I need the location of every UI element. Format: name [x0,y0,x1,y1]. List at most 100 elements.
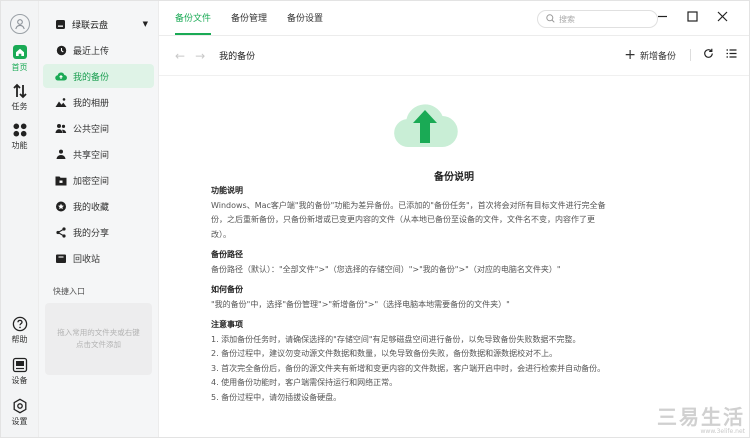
public-space-icon [55,122,67,134]
breadcrumb-title: 我的备份 [219,52,256,62]
window-controls [647,11,737,22]
section-text: Windows、Mac客户端"我的备份"功能为差异备份。已添加的"备份任务"，首… [211,200,606,239]
tab-backup-management[interactable]: 备份管理 [231,0,267,35]
rail-settings[interactable]: 设置 [12,398,28,427]
close-icon [717,11,727,22]
sidebar-item-photos[interactable]: 我的相册 [43,90,154,114]
rail-home[interactable]: 首页 [12,44,28,73]
toolbar-divider [690,49,691,61]
sidebar-item-label: 回收站 [73,254,101,265]
add-backup-label: 新增备份 [639,51,676,62]
rail-bottom: 帮助 设备 设置 [12,304,28,427]
quick-access-title: 快捷入口 [53,287,85,296]
device-icon [12,357,27,373]
watermark-text: 三易生活 [657,405,745,429]
section-text: 3. 首次完全备份后，备份的源文件夹有新增和变更内容的文件数据，客户端开启中时，… [211,363,606,373]
main-panel: 备份文件 备份管理 备份设置 搜索 ← → 我的备份 + 新增备份 备份说明 功… [159,1,749,437]
sidebar-item-favorites[interactable]: 我的收藏 [43,194,154,218]
rail-device[interactable]: 设备 [12,357,28,386]
sidebar-item-label: 我的收藏 [73,202,110,213]
plus-icon: + [624,47,636,63]
watermark-url: www.3elife.net [700,428,745,435]
backup-content: 备份说明 功能说明 Windows、Mac客户端"我的备份"功能为差异备份。已添… [159,76,749,437]
nav-rail: 首页 任务 功能 帮助 设备 设置 [1,1,39,437]
sidebar-item-label: 加密空间 [73,176,110,187]
search-placeholder: 搜索 [559,14,575,24]
rail-help-label: 帮助 [11,335,28,344]
sidebar-item-recent[interactable]: 最近上传 [43,38,154,62]
add-backup-button[interactable]: + 新增备份 [624,47,676,63]
search-input[interactable]: 搜索 [537,10,658,28]
rail-settings-label: 设置 [11,417,28,426]
sidebar-item-shared[interactable]: 共享空间 [43,142,154,166]
app-window: 首页 任务 功能 帮助 设备 设置 绿联云盘 ▼ 最近上传 我的备份 我的相册 … [0,0,750,438]
clock-icon [55,44,67,56]
rail-functions[interactable]: 功能 [12,122,28,151]
back-arrow-icon[interactable]: ← [175,49,185,63]
breadcrumb-actions: + 新增备份 [624,48,737,62]
trash-icon [55,252,67,264]
caret-down-icon: ▼ [142,20,148,28]
tab-backup-files[interactable]: 备份文件 [175,0,212,35]
share-icon [55,226,67,238]
section-heading: 注意事项 [211,320,243,329]
watermark: 三易生活 www.3elife.net [657,406,745,435]
section-text: 5. 备份过程中，请勿插拔设备硬盘。 [211,392,342,402]
sidebar-item-label: 共享空间 [73,150,110,161]
section-text: 2. 备份过程中，建议勿变动源文件数据和数量，以免导致备份失败，备份数据和源数据… [211,349,558,358]
sidebar-item-my-backup[interactable]: 我的备份 [43,64,154,88]
sidebar-item-trash[interactable]: 回收站 [43,246,154,270]
section-text: 备份路径（默认）："全部文件">"（您选择的存储空间）">"我的备份">"（对应… [211,264,561,274]
minimize-icon [657,15,667,18]
settings-icon [13,398,26,414]
star-icon [55,200,67,212]
lock-folder-icon [55,174,67,186]
account-selector[interactable]: 绿联云盘 ▼ [43,12,154,36]
quick-access-dropzone[interactable]: 拖入常用的文件夹或右键点击文件添加 [45,303,152,375]
section-text: "我的备份"中，选择"备份管理">"新增备份">"（选择电脑本地需要备份的文件夹… [211,299,510,309]
list-view-icon[interactable] [726,48,737,62]
home-icon [12,45,27,59]
maximize-icon [686,11,698,22]
help-text: 功能说明 Windows、Mac客户端"我的备份"功能为差异备份。已添加的"备份… [211,184,611,405]
forward-arrow-icon[interactable]: → [195,49,205,63]
backup-cloud-icon [55,70,67,82]
section-heading: 功能说明 [211,186,243,195]
search-icon [546,13,555,25]
sidebar-item-label: 我的相册 [73,98,110,109]
sidebar-item-encrypted[interactable]: 加密空间 [43,168,154,192]
rail-tasks[interactable]: 任务 [12,83,28,112]
user-avatar[interactable] [9,14,30,34]
maximize-button[interactable] [677,11,707,22]
rail-device-label: 设备 [11,376,28,385]
user-icon [14,19,25,30]
close-button[interactable] [707,11,737,22]
rail-home-label: 首页 [11,63,28,72]
section-text: 4. 使用备份功能时，客户端需保持运行和网络正常。 [211,378,398,387]
help-title: 备份说明 [434,172,474,183]
minimize-button[interactable] [647,11,677,22]
section-heading: 备份路径 [211,250,243,259]
sidebar-item-label: 我的备份 [73,72,110,83]
sidebar-item-shares[interactable]: 我的分享 [43,220,154,244]
section-text: 1. 添加备份任务时，请确保选择的"存储空间"有足够磁盘空间进行备份，以免导致备… [211,334,581,344]
backup-cloud-illustration [394,104,458,148]
rail-help[interactable]: 帮助 [12,316,28,345]
sidebar-item-public[interactable]: 公共空间 [43,116,154,140]
sidebar-item-label: 我的分享 [73,228,110,239]
breadcrumb-bar: ← → 我的备份 + 新增备份 [159,36,749,76]
photo-icon [55,96,67,108]
help-icon [12,316,27,332]
sidebar-item-label: 公共空间 [73,124,110,135]
drive-icon [55,19,66,30]
sidebar-item-label: 最近上传 [73,46,110,57]
shared-space-icon [55,148,67,160]
sidebar: 绿联云盘 ▼ 最近上传 我的备份 我的相册 公共空间 共享空间 加密空间 我的收… [39,1,159,437]
account-name: 绿联云盘 [72,20,109,31]
refresh-icon[interactable] [703,48,714,62]
tab-backup-settings[interactable]: 备份设置 [287,0,323,35]
rail-functions-label: 功能 [11,141,28,150]
transfer-icon [12,83,27,99]
apps-icon [13,123,26,137]
tab-bar: 备份文件 备份管理 备份设置 搜索 [159,1,749,36]
